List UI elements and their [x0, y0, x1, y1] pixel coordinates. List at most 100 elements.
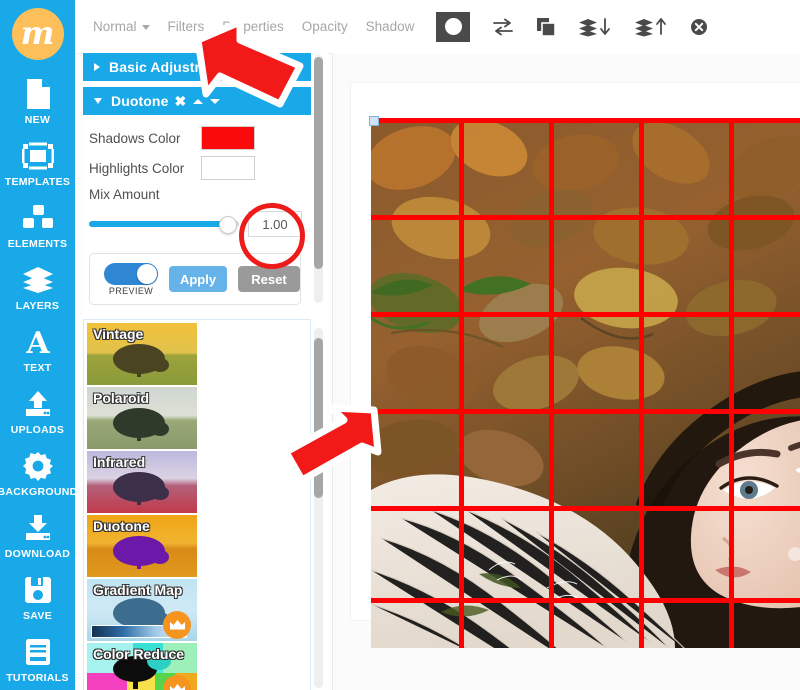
- preview-toggle[interactable]: [104, 262, 158, 285]
- mix-amount-row: Mix Amount: [83, 183, 311, 205]
- sidebar-item-label: DOWNLOAD: [4, 547, 71, 560]
- sidebar-item-uploads[interactable]: UPLOADS: [0, 380, 75, 442]
- filter-thumb-duotone[interactable]: Duotone: [87, 515, 197, 577]
- filter-label: Color Reduce: [93, 646, 185, 662]
- uploads-icon: [23, 387, 53, 421]
- preview-toggle-wrap: PREVIEW: [104, 262, 158, 296]
- mix-amount-slider[interactable]: [89, 216, 239, 234]
- highlights-color-chip[interactable]: [201, 156, 255, 180]
- panel-scrollbar-thumb-bottom[interactable]: [314, 338, 323, 498]
- sidebar-item-label: NEW: [24, 113, 51, 126]
- templates-icon: [21, 139, 54, 173]
- highlights-color-row: Highlights Color: [83, 153, 311, 183]
- color-swatch-icon[interactable]: [436, 11, 471, 42]
- sidebar-item-elements[interactable]: ELEMENTS: [0, 194, 75, 256]
- logo-circle: m: [11, 8, 64, 60]
- filter-label: Duotone: [93, 518, 150, 534]
- elements-icon: [22, 201, 54, 235]
- bring-forward-icon[interactable]: [634, 17, 668, 37]
- sidebar-item-label: UPLOADS: [10, 423, 65, 436]
- filter-thumbnail-list: Vintage Polaroid Infrared Duotone Gradie…: [83, 319, 311, 690]
- reset-button[interactable]: Reset: [238, 266, 300, 292]
- sidebar-item-layers[interactable]: LAYERS: [0, 256, 75, 318]
- filter-label: Polaroid: [93, 390, 150, 406]
- filter-label: Infrared: [93, 454, 146, 470]
- grid-line-v1: [459, 118, 464, 648]
- grid-line-h1: [371, 215, 800, 220]
- grid-line-h5: [371, 598, 800, 603]
- mix-amount-label: Mix Amount: [89, 186, 160, 202]
- swatch-dot: [444, 18, 462, 35]
- tutorials-book-icon: [25, 635, 51, 669]
- svg-text:A: A: [25, 327, 50, 357]
- shadows-color-chip[interactable]: [201, 126, 255, 150]
- filters-panel: Basic Adjustments Duotone ✖ Shadows Colo…: [83, 53, 328, 690]
- toggle-knob: [137, 263, 157, 284]
- send-backward-icon[interactable]: [578, 17, 612, 37]
- canvas-area[interactable]: [332, 53, 800, 690]
- canvas-image[interactable]: [371, 118, 800, 648]
- blend-mode-dropdown[interactable]: Normal: [93, 19, 150, 34]
- artboard[interactable]: [351, 83, 800, 648]
- sidebar-item-tutorials[interactable]: TUTORIALS: [0, 628, 75, 690]
- section-duotone[interactable]: Duotone ✖: [83, 87, 311, 115]
- delete-icon[interactable]: [690, 18, 708, 36]
- save-disk-icon: [24, 573, 52, 607]
- apply-button[interactable]: Apply: [169, 266, 227, 292]
- duplicate-icon[interactable]: [536, 17, 557, 37]
- new-document-icon: [24, 77, 52, 111]
- photo-artwork: [371, 118, 800, 648]
- layers-icon: [22, 263, 54, 297]
- filter-thumb-infrared[interactable]: Infrared: [87, 451, 197, 513]
- gear-icon: [22, 449, 53, 483]
- selection-handle[interactable]: [369, 116, 379, 126]
- panel-scrollbar-thumb-top[interactable]: [314, 57, 323, 269]
- tab-shadow[interactable]: Shadow: [366, 19, 415, 34]
- filter-thumb-color-reduce[interactable]: Color Reduce: [87, 643, 197, 690]
- section-basic-adjustments[interactable]: Basic Adjustments: [83, 53, 311, 81]
- grid-line-v4: [729, 118, 734, 648]
- filter-thumb-polaroid[interactable]: Polaroid: [87, 387, 197, 449]
- chevron-down-icon: [141, 24, 150, 30]
- chevron-down-icon: [94, 98, 102, 104]
- left-sidebar: m NEW TEMPLATES ELEMENTS LAYERS A TEXT U…: [0, 0, 78, 690]
- sidebar-item-label: TEXT: [23, 361, 52, 374]
- grid-line-v3: [639, 118, 644, 648]
- sidebar-item-templates[interactable]: TEMPLATES: [0, 132, 75, 194]
- preview-label: PREVIEW: [108, 285, 154, 296]
- grid-line-h0: [371, 118, 800, 123]
- sidebar-item-label: SAVE: [22, 609, 52, 622]
- filter-thumb-vintage[interactable]: Vintage: [87, 323, 197, 385]
- flip-icon[interactable]: [492, 18, 514, 36]
- sidebar-item-download[interactable]: DOWNLOAD: [0, 504, 75, 566]
- sidebar-item-save[interactable]: SAVE: [0, 566, 75, 628]
- move-down-icon[interactable]: [210, 98, 221, 104]
- sidebar-item-label: TUTORIALS: [6, 671, 69, 684]
- image-editor-app: m NEW TEMPLATES ELEMENTS LAYERS A TEXT U…: [0, 0, 800, 690]
- sidebar-item-label: LAYERS: [15, 299, 60, 312]
- grid-line-v2: [549, 118, 554, 648]
- sidebar-item-new[interactable]: NEW: [0, 70, 75, 132]
- premium-crown-icon: [163, 611, 191, 639]
- filter-label: Vintage: [93, 326, 144, 342]
- sidebar-item-text[interactable]: A TEXT: [0, 318, 75, 380]
- sidebar-item-label: BACKGROUND: [0, 485, 78, 498]
- text-icon: A: [23, 325, 53, 359]
- app-logo[interactable]: m: [11, 8, 64, 60]
- filter-thumb-gradient-map[interactable]: Gradient Map: [87, 579, 197, 641]
- move-up-icon[interactable]: [193, 98, 204, 104]
- slider-fill: [89, 221, 227, 227]
- top-toolbar: Normal Filters Properties Opacity Shadow: [75, 0, 800, 54]
- grid-line-h4: [371, 506, 800, 511]
- download-icon: [23, 511, 53, 545]
- slider-knob[interactable]: [219, 216, 237, 234]
- tab-properties[interactable]: Properties: [222, 19, 284, 34]
- remove-filter-icon[interactable]: ✖: [174, 93, 186, 110]
- grid-line-h2: [371, 312, 800, 317]
- filter-group-color: Vintage Polaroid Infrared Duotone Gradie…: [86, 322, 308, 690]
- sidebar-item-background[interactable]: BACKGROUND: [0, 442, 78, 504]
- shadows-color-row: Shadows Color: [83, 123, 311, 153]
- tab-filters[interactable]: Filters: [168, 19, 205, 34]
- tab-opacity[interactable]: Opacity: [302, 19, 348, 34]
- chevron-right-icon: [94, 63, 100, 71]
